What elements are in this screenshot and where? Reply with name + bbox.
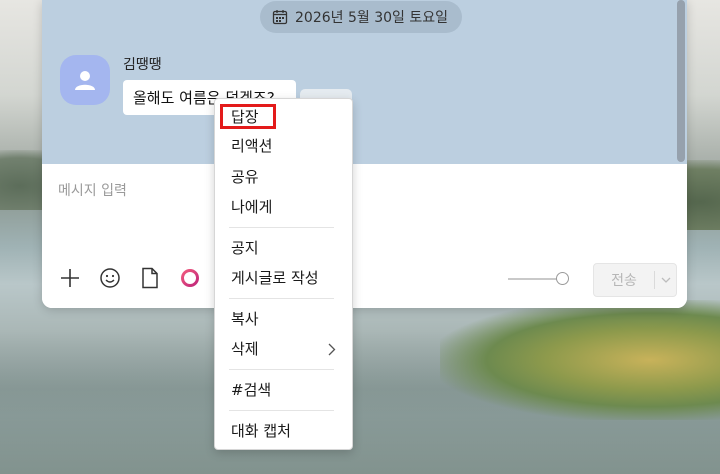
menu-item-capture[interactable]: 대화 캡처 bbox=[231, 421, 291, 441]
message-input[interactable]: 메시지 입력 bbox=[58, 180, 127, 200]
emoji-icon[interactable] bbox=[96, 264, 124, 292]
send-button[interactable]: 전송 bbox=[593, 263, 677, 297]
wallpaper-grass bbox=[440, 300, 720, 420]
plus-icon[interactable] bbox=[56, 264, 84, 292]
file-icon[interactable] bbox=[136, 264, 164, 292]
menu-item-search[interactable]: #검색 bbox=[231, 380, 271, 400]
menu-divider bbox=[229, 410, 334, 411]
menu-item-notice[interactable]: 공지 bbox=[231, 238, 259, 258]
menu-item-reaction[interactable]: 리액션 bbox=[231, 136, 272, 156]
chat-window: 2026년 5월 30일 토요일 김땡땡 올해도 여름은 덥겠죠? 메시지 입력 bbox=[42, 0, 687, 308]
date-divider: 2026년 5월 30일 토요일 bbox=[260, 1, 462, 33]
sender-name: 김땡땡 bbox=[123, 57, 162, 73]
menu-divider bbox=[229, 298, 334, 299]
chat-message-area: 2026년 5월 30일 토요일 김땡땡 올해도 여름은 덥겠죠? bbox=[42, 0, 687, 164]
avatar[interactable] bbox=[60, 55, 110, 105]
calendar-icon bbox=[272, 9, 288, 25]
input-toolbar bbox=[56, 264, 204, 292]
menu-item-to-me[interactable]: 나에게 bbox=[231, 197, 272, 217]
menu-item-delete[interactable]: 삭제 bbox=[231, 339, 259, 359]
scrollbar[interactable] bbox=[677, 0, 685, 162]
input-area: 메시지 입력 전송 bbox=[42, 164, 687, 308]
person-icon bbox=[75, 71, 95, 90]
menu-item-copy[interactable]: 복사 bbox=[231, 309, 259, 329]
menu-divider bbox=[229, 227, 334, 228]
menu-item-write-post[interactable]: 게시글로 작성 bbox=[231, 268, 319, 288]
scrollbar-thumb[interactable] bbox=[677, 0, 685, 162]
chevron-down-icon[interactable] bbox=[655, 277, 676, 283]
size-slider-knob[interactable] bbox=[556, 272, 569, 285]
ring-icon[interactable] bbox=[176, 264, 204, 292]
chevron-right-icon bbox=[328, 341, 336, 360]
menu-item-reply[interactable]: 답장 bbox=[231, 107, 259, 127]
menu-divider bbox=[229, 369, 334, 370]
menu-item-share[interactable]: 공유 bbox=[231, 167, 259, 187]
date-text: 2026년 5월 30일 토요일 bbox=[295, 10, 448, 26]
context-menu: 답장 리액션 공유 나에게 공지 게시글로 작성 복사 삭제 #검색 대화 캡처 bbox=[214, 98, 353, 450]
send-label: 전송 bbox=[611, 273, 637, 289]
